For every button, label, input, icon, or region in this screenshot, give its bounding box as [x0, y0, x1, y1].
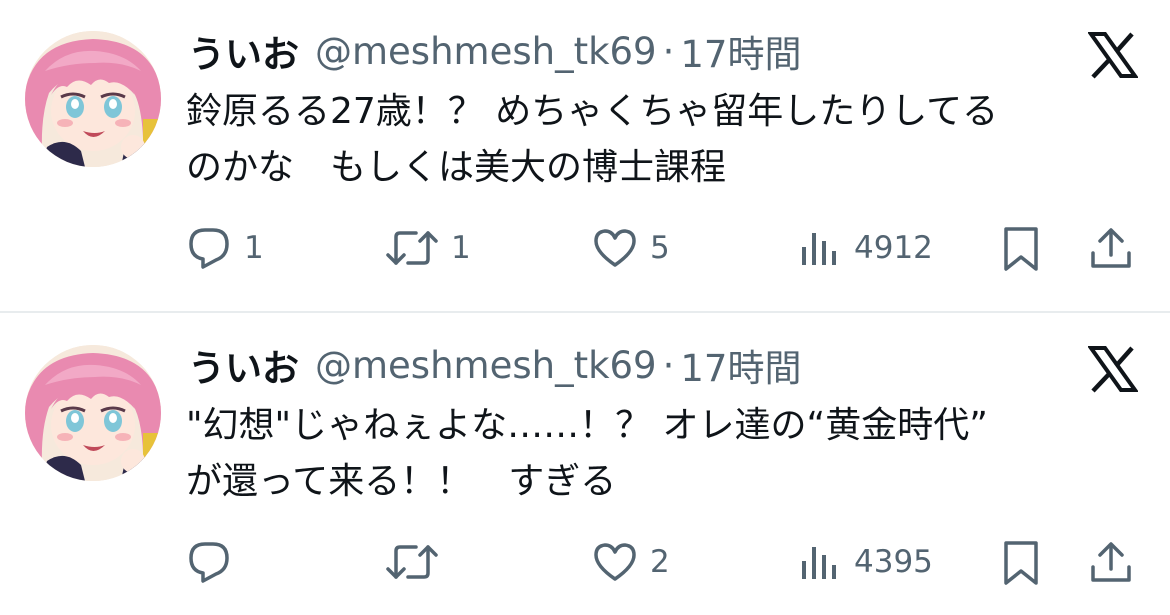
views-icon	[802, 233, 836, 265]
reply-button[interactable]	[186, 534, 244, 590]
bookmark-icon	[1004, 227, 1038, 271]
separator-dot: ·	[662, 343, 675, 387]
retweet-button[interactable]: 1	[385, 220, 471, 276]
reply-button[interactable]: 1	[186, 220, 264, 276]
tweet[interactable]: ういお @meshmesh_tk69 · 17時間 鈴原るる27歳！？ めちゃく…	[0, 0, 1170, 300]
x-logo-icon	[1088, 346, 1138, 393]
share-icon	[1091, 228, 1131, 268]
timestamp[interactable]: 17時間	[680, 338, 801, 392]
bookmark-icon	[1004, 541, 1038, 585]
timestamp[interactable]: 17時間	[680, 24, 801, 78]
reply-icon	[189, 228, 229, 269]
tweet-text-line: のかな もしくは美大の博士課程	[186, 147, 727, 188]
like-button[interactable]: 2	[592, 534, 670, 590]
reply-icon	[189, 542, 229, 583]
like-button[interactable]: 5	[592, 220, 670, 276]
views-button[interactable]: 4912	[796, 220, 933, 276]
reply-count: 1	[244, 230, 264, 266]
retweet-icon	[386, 231, 438, 265]
bookmark-button[interactable]	[998, 534, 1044, 590]
x-logo-icon	[1088, 32, 1138, 79]
like-icon	[594, 229, 636, 267]
handle[interactable]: @meshmesh_tk69	[315, 344, 657, 387]
avatar-image	[25, 31, 161, 167]
divider	[0, 311, 1170, 313]
avatar-image	[25, 345, 161, 481]
avatar[interactable]	[25, 345, 161, 481]
share-button[interactable]	[1088, 220, 1134, 276]
display-name[interactable]: ういお	[188, 338, 299, 392]
retweet-count: 1	[451, 230, 471, 266]
tweet-text-line: 鈴原るる27歳！？ めちゃくちゃ留年したりしてる	[186, 91, 999, 132]
retweet-icon	[386, 545, 438, 579]
bookmark-button[interactable]	[998, 220, 1044, 276]
retweet-button[interactable]	[385, 534, 451, 590]
action-bar: 1 1 5 4912	[0, 220, 1170, 276]
tweet-text-line: が還って来る！！ すぎる	[186, 461, 617, 502]
separator-dot: ·	[662, 29, 675, 73]
handle[interactable]: @meshmesh_tk69	[315, 30, 657, 73]
tweet-header: ういお @meshmesh_tk69 · 17時間	[188, 338, 801, 392]
like-count: 5	[650, 230, 670, 266]
views-button[interactable]: 4395	[796, 534, 933, 590]
tweet-text-line: "幻想"じゃねぇよな……！？ オレ達の“黄金時代”	[186, 405, 988, 446]
views-count: 4395	[854, 544, 933, 580]
share-button[interactable]	[1088, 534, 1134, 590]
like-count: 2	[650, 544, 670, 580]
tweet-text: "幻想"じゃねぇよな……！？ オレ達の“黄金時代” が還って来る！！ すぎる	[186, 398, 1146, 510]
action-bar: 2 4395	[0, 534, 1170, 590]
tweet-header: ういお @meshmesh_tk69 · 17時間	[188, 24, 801, 78]
avatar[interactable]	[25, 31, 161, 167]
views-icon	[802, 547, 836, 579]
like-icon	[594, 543, 636, 581]
display-name[interactable]: ういお	[188, 24, 299, 78]
views-count: 4912	[854, 230, 933, 266]
tweet[interactable]: ういお @meshmesh_tk69 · 17時間 "幻想"じゃねぇよな……！？…	[0, 314, 1170, 614]
tweet-text: 鈴原るる27歳！？ めちゃくちゃ留年したりしてる のかな もしくは美大の博士課程	[186, 84, 1146, 196]
share-icon	[1091, 542, 1131, 582]
